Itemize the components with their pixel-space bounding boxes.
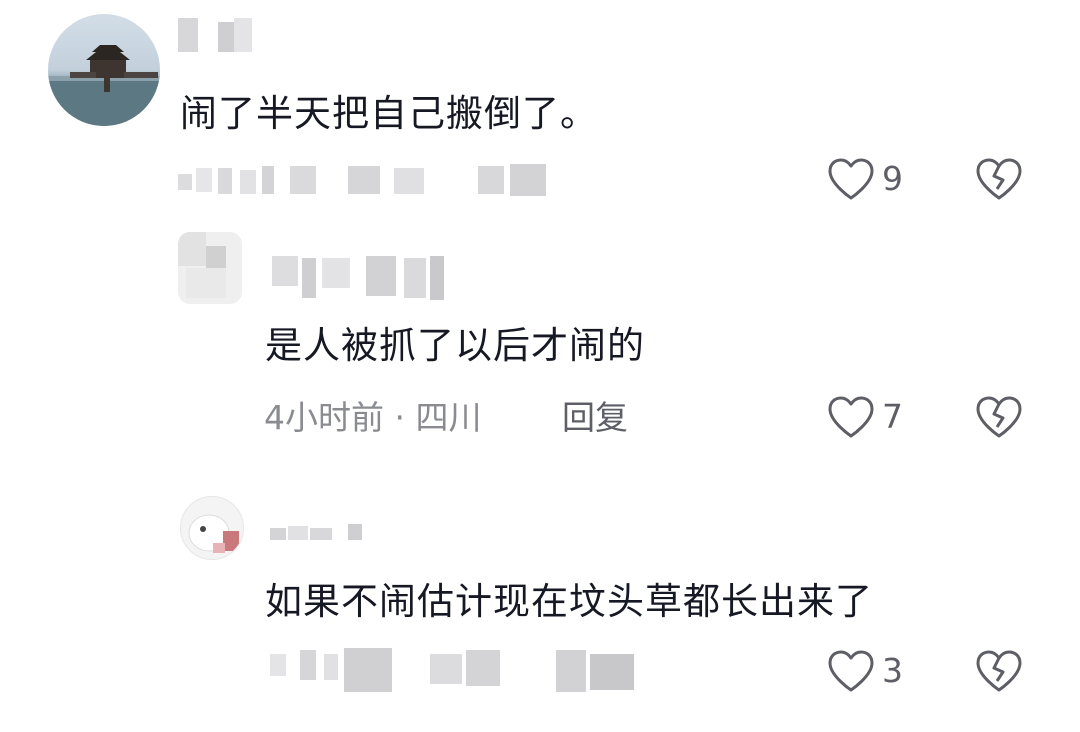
heart-outline-icon — [828, 158, 874, 200]
broken-heart-icon — [976, 158, 1022, 200]
avatar[interactable] — [48, 14, 160, 126]
reply-button[interactable]: 回复 — [562, 398, 628, 438]
like-count: 3 — [882, 651, 903, 690]
location: 四川 — [415, 398, 482, 437]
like-count: 7 — [882, 397, 903, 436]
dislike-button[interactable] — [974, 156, 1024, 206]
like-count: 9 — [882, 159, 903, 198]
comment-meta: 4小时前 · 四川 — [264, 398, 481, 438]
broken-heart-icon — [976, 650, 1022, 692]
cartoon-face-avatar — [188, 514, 239, 553]
avatar[interactable] — [180, 496, 244, 560]
like-button[interactable]: 3 — [826, 648, 903, 694]
like-button[interactable]: 9 — [826, 156, 903, 202]
dislike-button[interactable] — [974, 648, 1024, 698]
dislike-button[interactable] — [974, 394, 1024, 444]
pavilion-photo — [48, 45, 160, 126]
comment-text: 闹了半天把自己搬倒了。 — [180, 92, 598, 135]
meta-separator: · — [394, 398, 416, 437]
like-button[interactable]: 7 — [826, 394, 903, 440]
comment-text: 如果不闹估计现在坟头草都长出来了 — [265, 580, 873, 623]
comment-section: 闹了半天把自己搬倒了。 9 是人被抓了以后才闹的 4小时前 · 四川 回复 7 … — [0, 0, 1080, 732]
timestamp: 4小时前 — [264, 398, 384, 437]
heart-outline-icon — [828, 396, 874, 438]
broken-heart-icon — [976, 396, 1022, 438]
heart-outline-icon — [828, 650, 874, 692]
avatar-blurred[interactable] — [178, 232, 242, 304]
comment-text: 是人被抓了以后才闹的 — [265, 324, 645, 367]
